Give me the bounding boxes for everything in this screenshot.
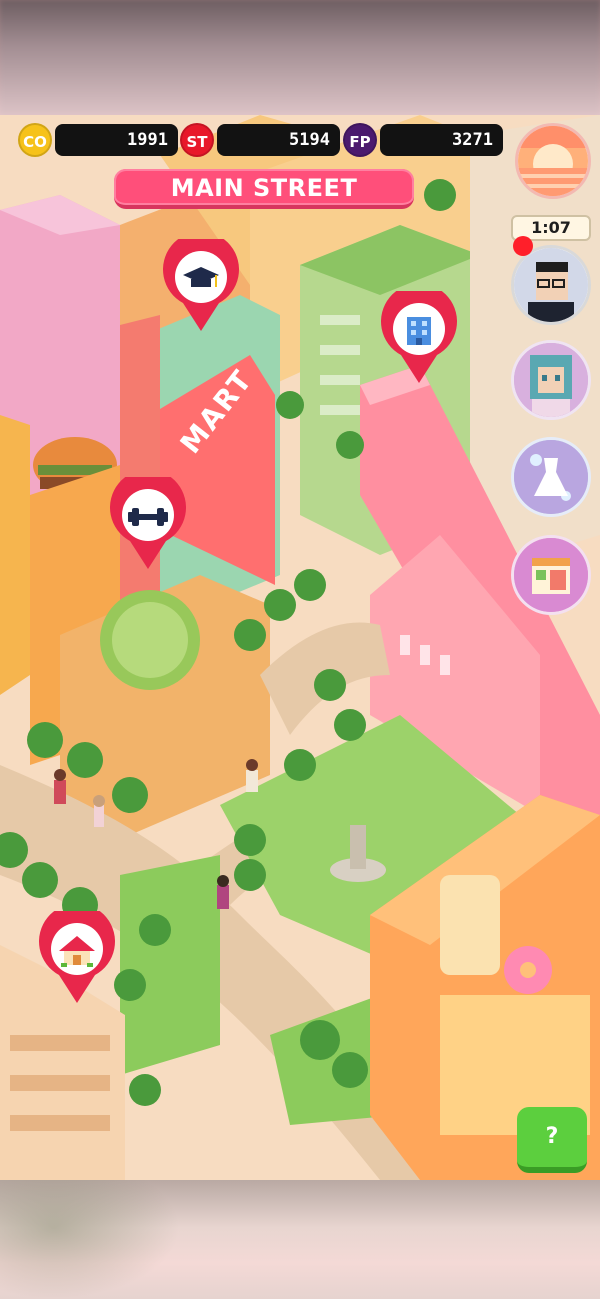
wardrobe-button[interactable] xyxy=(511,437,591,517)
top-letterbox xyxy=(0,0,600,115)
fp-badge: FP xyxy=(343,123,377,157)
shop-button[interactable] xyxy=(511,535,591,615)
city-scene xyxy=(0,115,600,1180)
school-pin[interactable] xyxy=(161,239,241,333)
st-badge: ST xyxy=(180,123,214,157)
home-pin[interactable] xyxy=(37,911,117,1005)
location-title: MAIN STREET xyxy=(114,169,414,209)
notification-dot xyxy=(513,236,533,256)
dress-icon xyxy=(514,440,588,514)
sunset-icon xyxy=(518,126,588,196)
fp-value: 3271 xyxy=(380,124,503,156)
co-resource: CO 1991 xyxy=(18,123,178,157)
boy-avatar-icon xyxy=(514,248,588,322)
co-value: 1991 xyxy=(55,124,178,156)
girl-avatar-icon xyxy=(514,343,588,417)
st-resource: ST 5194 xyxy=(180,123,340,157)
dumbbell-icon xyxy=(128,508,168,526)
st-value: 5194 xyxy=(217,124,340,156)
city-map[interactable]: MART xyxy=(0,115,600,1180)
avatar-player-button[interactable] xyxy=(511,245,591,325)
co-badge: CO xyxy=(18,123,52,157)
coffee-cup-sign xyxy=(440,875,500,975)
office-building-icon xyxy=(407,317,431,345)
sunset-time-button[interactable] xyxy=(515,123,591,199)
bottom-letterbox xyxy=(0,1180,600,1299)
house-icon xyxy=(59,936,95,967)
help-button[interactable]: ? xyxy=(517,1107,587,1173)
avatar-npc-button[interactable] xyxy=(511,340,591,420)
shop-icon xyxy=(514,538,588,612)
office-pin[interactable] xyxy=(379,291,459,385)
gym-pin[interactable] xyxy=(108,477,188,571)
fp-resource: FP 3271 xyxy=(343,123,503,157)
graduation-cap-icon xyxy=(183,267,219,287)
